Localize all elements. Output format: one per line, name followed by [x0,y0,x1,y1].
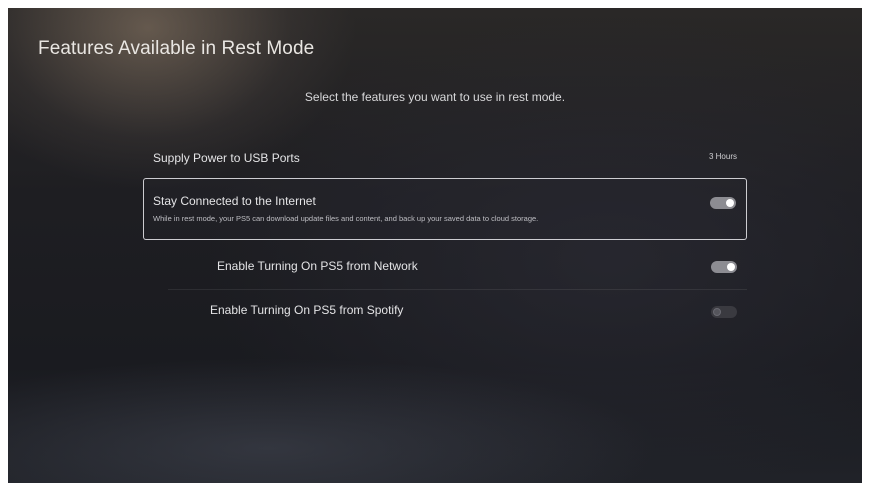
spotify-power-on-toggle[interactable] [711,306,737,318]
toggle-knob [726,199,734,207]
settings-screen: Features Available in Rest Mode Select t… [8,8,862,483]
setting-spotify-power-on[interactable]: Enable Turning On PS5 from Spotify [148,300,747,330]
stay-connected-toggle[interactable] [710,197,736,209]
setting-stay-connected-description: While in rest mode, your PS5 can downloa… [153,214,539,223]
setting-stay-connected-label: Stay Connected to the Internet [153,194,316,208]
network-power-on-toggle[interactable] [711,261,737,273]
toggle-knob [713,308,721,316]
toggle-knob [727,263,735,271]
page-subtitle: Select the features you want to use in r… [304,90,566,104]
setting-usb-power[interactable]: Supply Power to USB Ports 3 Hours [143,148,747,174]
setting-spotify-power-on-label: Enable Turning On PS5 from Spotify [210,303,404,317]
setting-network-power-on[interactable]: Enable Turning On PS5 from Network [168,256,747,290]
setting-network-power-on-label: Enable Turning On PS5 from Network [217,259,418,273]
setting-usb-power-label: Supply Power to USB Ports [153,151,300,165]
setting-usb-power-value: 3 Hours [708,152,737,161]
page-title: Features Available in Rest Mode [38,38,315,59]
setting-stay-connected[interactable]: Stay Connected to the Internet While in … [143,178,747,240]
